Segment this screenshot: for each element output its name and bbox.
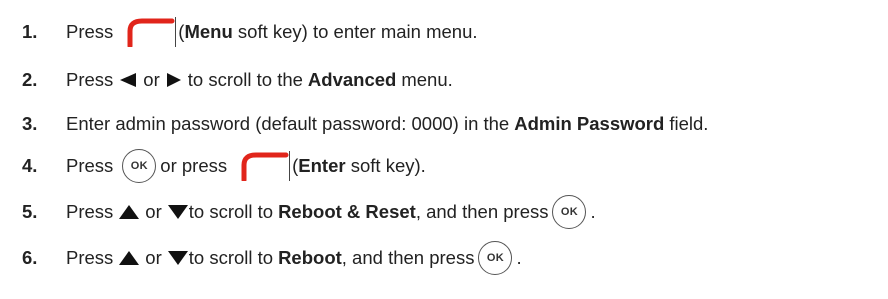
admin-password-label: Admin Password bbox=[514, 113, 665, 134]
up-arrow-icon bbox=[119, 251, 140, 265]
press-text: Press bbox=[66, 201, 114, 222]
step-number: 5. bbox=[22, 201, 38, 222]
step-text: Press or to scroll to Reboot & Reset, an… bbox=[66, 195, 596, 229]
reboot-label: Reboot bbox=[278, 247, 342, 268]
ok-button-icon: OK bbox=[122, 149, 157, 183]
advanced-menu-label: Advanced bbox=[307, 69, 397, 90]
step-3: 3. Enter admin password (default passwor… bbox=[0, 104, 888, 144]
step-number: 1. bbox=[22, 21, 38, 42]
step-number: 3. bbox=[22, 113, 38, 134]
down-arrow-icon bbox=[167, 251, 188, 265]
press-text: Press bbox=[66, 247, 114, 268]
enter-key-label: Enter bbox=[298, 155, 346, 176]
menu-key-label: Menu bbox=[184, 21, 233, 42]
step-1: 1. Press (Menu soft key) to enter main m… bbox=[0, 12, 888, 52]
enter-soft-key-icon bbox=[238, 151, 291, 183]
up-arrow-icon bbox=[119, 205, 140, 219]
step-number: 4. bbox=[22, 155, 38, 176]
step-6: 6. Press or to scroll to Reboot, and the… bbox=[0, 238, 888, 278]
step-text: Enter admin password (default password: … bbox=[66, 113, 709, 134]
step-2: 2. Press or to scroll to the Advanced me… bbox=[0, 60, 888, 100]
press-text: Press bbox=[66, 69, 114, 90]
step-4: 4. Press OK or press (Enter soft key). bbox=[0, 146, 888, 186]
step-text: Press or to scroll to Reboot, and then p… bbox=[66, 241, 522, 275]
step-5: 5. Press or to scroll to Reboot & Reset,… bbox=[0, 192, 888, 232]
step-number: 6. bbox=[22, 247, 38, 268]
step-text: Press OK or press (Enter soft key). bbox=[66, 149, 426, 183]
instruction-steps: 1. Press (Menu soft key) to enter main m… bbox=[0, 0, 888, 299]
step-text: Press (Menu soft key) to enter main menu… bbox=[66, 17, 478, 49]
step-text: Press or to scroll to the Advanced menu. bbox=[66, 69, 453, 90]
down-arrow-icon bbox=[167, 205, 188, 219]
press-text: Press bbox=[66, 155, 114, 176]
left-arrow-icon bbox=[120, 73, 137, 87]
press-text: Press bbox=[66, 21, 114, 42]
ok-button-icon: OK bbox=[478, 241, 513, 275]
ok-button-icon: OK bbox=[552, 195, 587, 229]
menu-soft-key-icon bbox=[124, 17, 177, 49]
right-arrow-icon bbox=[166, 73, 181, 87]
step-number: 2. bbox=[22, 69, 38, 90]
reboot-reset-label: Reboot & Reset bbox=[278, 201, 416, 222]
